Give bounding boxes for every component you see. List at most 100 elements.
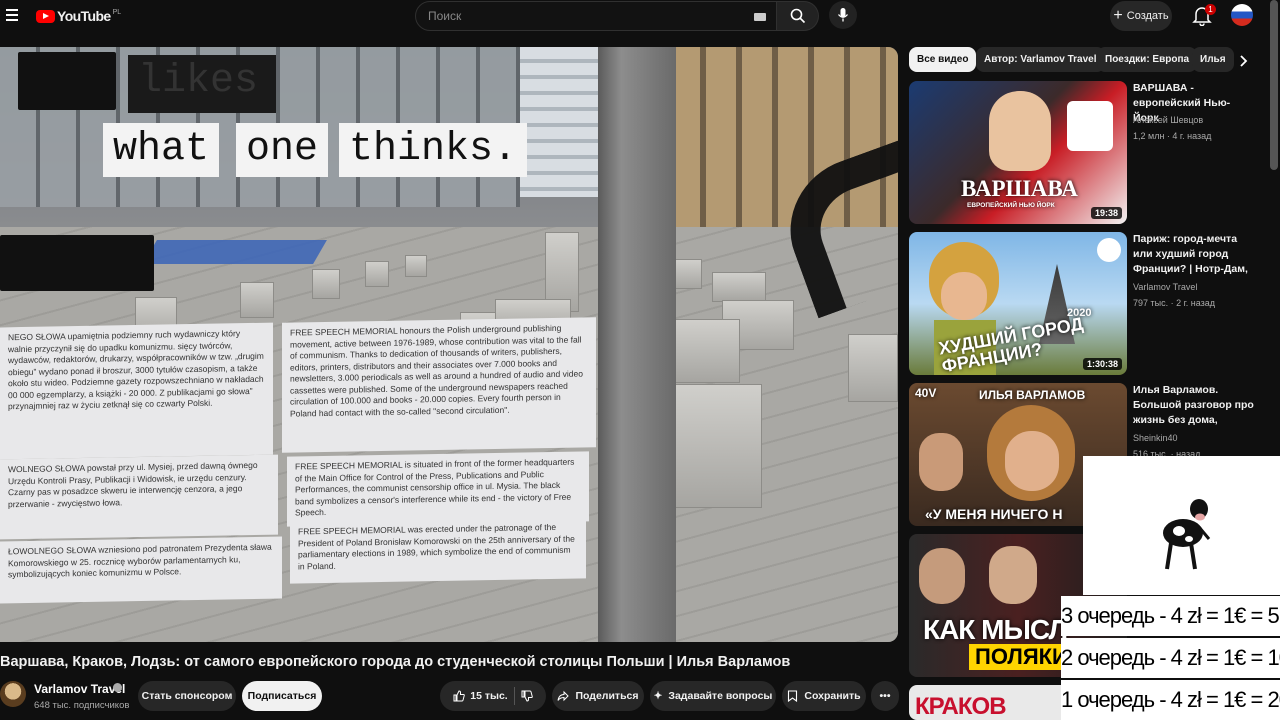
- video-duration: 19:38: [1090, 207, 1122, 219]
- bookmark-icon: [788, 690, 798, 702]
- scene-bollard: [312, 269, 340, 299]
- like-button[interactable]: 15 тыс.: [453, 690, 508, 702]
- recommendation-channel[interactable]: Varlamov Travel: [1133, 282, 1197, 292]
- chip-author[interactable]: Автор: Varlamov Travel: [976, 47, 1105, 72]
- overlay-word-thinks: thinks.: [339, 123, 528, 177]
- plus-icon: +: [1113, 7, 1123, 24]
- recommendation-card[interactable]: 2020 ХУДШИЙ ГОРОД ФРАНЦИИ? 1:30:38 Париж…: [909, 232, 1259, 377]
- thumbs-down-icon[interactable]: [521, 690, 533, 702]
- share-button[interactable]: Поделиться: [552, 681, 644, 711]
- video-title: Варшава, Краков, Лодзь: от самого европе…: [0, 654, 791, 670]
- microphone-icon: [837, 8, 849, 22]
- recommendation-thumbnail[interactable]: ВАРШАВА ЕВРОПЕЙСКИЙ НЬЮ ЙОРК 19:38: [909, 81, 1127, 224]
- recommendation-card[interactable]: ВАРШАВА ЕВРОПЕЙСКИЙ НЬЮ ЙОРК 19:38 ВАРША…: [909, 81, 1259, 226]
- thumb-subtitle: ИЛЬЯ ВАРЛАМОВ: [979, 388, 1086, 402]
- thumb-subtitle: ПОЛЯКИ: [969, 644, 1074, 670]
- save-button[interactable]: Сохранить: [782, 681, 866, 711]
- queue-line-1: 1 очередь - 4 zł = 1€ = 20 мин: [1061, 680, 1280, 720]
- sparkle-icon: ✦: [653, 690, 663, 702]
- thumb-title: «У МЕНЯ НИЧЕГО Н: [925, 506, 1063, 522]
- like-count: 15 тыс.: [470, 690, 508, 702]
- recommendation-meta: 797 тыс. · 2 г. назад: [1133, 298, 1216, 308]
- save-label: Сохранить: [804, 690, 861, 702]
- account-avatar[interactable]: [1231, 4, 1253, 26]
- more-icon: •••: [879, 690, 891, 702]
- scene-dark-panel: [18, 52, 116, 110]
- recommendation-title[interactable]: Илья Варламов. Большой разговор про жизн…: [1133, 383, 1255, 429]
- chip-all[interactable]: Все видео: [909, 47, 977, 72]
- thumb-face-left: [919, 433, 963, 491]
- scene-bollard: [240, 282, 274, 318]
- search-icon: [790, 8, 805, 24]
- dancing-cow-icon: [1163, 499, 1211, 570]
- share-icon: [557, 690, 570, 702]
- create-label: Создать: [1126, 10, 1169, 22]
- thumb-face: [989, 91, 1051, 171]
- scene-bollard: [405, 255, 427, 277]
- thumb-face-left: [919, 548, 965, 604]
- chip-europe[interactable]: Поездки: Европа: [1097, 47, 1198, 72]
- overlay-word-likes: likes: [128, 55, 276, 113]
- search-input[interactable]: [428, 9, 748, 23]
- recommendation-meta: 1,2 млн · 4 г. назад: [1133, 131, 1212, 141]
- channel-name[interactable]: Varlamov Travel: [34, 682, 125, 696]
- search-box: [415, 1, 777, 31]
- recommendation-thumbnail[interactable]: 2020 ХУДШИЙ ГОРОД ФРАНЦИИ? 1:30:38: [909, 232, 1127, 375]
- recommendation-title[interactable]: Париж: город-мечта или худший город Фран…: [1133, 232, 1255, 278]
- youtube-logo[interactable]: YouTube PL: [36, 8, 121, 24]
- chevron-right-icon[interactable]: [1235, 53, 1251, 69]
- like-dislike-group: 15 тыс.: [440, 681, 546, 711]
- verified-check-icon: [113, 683, 122, 692]
- recommendation-channel[interactable]: Алексей Шевцов: [1133, 115, 1203, 125]
- thumb-subtitle: ЕВРОПЕЙСКИЙ НЬЮ ЙОРК: [967, 202, 1055, 209]
- memorial-plaque-en-3: FREE SPEECH MEMORIAL was erected under t…: [290, 516, 586, 584]
- thumb-title: КАК МЫСЛ: [923, 614, 1068, 645]
- memorial-plaque-pl-1: NEGO SŁOWA upamiętnia podziemny ruch wyd…: [0, 322, 273, 460]
- scene-parking-lane: [143, 240, 327, 264]
- recommendation-channel[interactable]: Sheinkin40: [1133, 433, 1178, 443]
- ask-label: Задавайте вопросы: [668, 690, 773, 702]
- voice-search-button[interactable]: [829, 1, 857, 29]
- menu-icon[interactable]: [6, 9, 18, 21]
- subscribe-button[interactable]: Подписаться: [242, 681, 322, 711]
- thumb-face: [1005, 431, 1059, 491]
- eagle-emblem-icon: [1067, 101, 1113, 151]
- search-button[interactable]: [777, 1, 819, 31]
- subscriber-count: 648 тыс. подписчиков: [34, 700, 130, 711]
- channel-avatar[interactable]: [0, 681, 26, 707]
- subscribe-label: Подписаться: [247, 690, 317, 702]
- queue-line-3: 3 очередь - 4 zł = 1€ = 5 мин: [1061, 596, 1280, 636]
- channel-badge-icon: [1097, 238, 1121, 262]
- chip-ilya[interactable]: Илья: [1192, 47, 1234, 72]
- top-bar: YouTube PL + Создать 1: [0, 0, 1280, 32]
- video-player[interactable]: likes what one thinks. NEGO SŁOWA upamię…: [0, 47, 898, 642]
- overlay-word-one: one: [236, 123, 329, 177]
- channel-row: Varlamov Travel 648 тыс. подписчиков Ста…: [0, 679, 899, 713]
- scene-dark-panel: [0, 235, 154, 291]
- thumbs-up-icon: [453, 690, 466, 702]
- thumb-channel-logo: 40V: [915, 386, 937, 400]
- scene-glass-frame: [598, 47, 676, 642]
- thumb-face-right: [989, 546, 1037, 604]
- memorial-plaque-pl-2: WOLNEGO SŁOWA powstał przy ul. Mysiej, p…: [0, 454, 278, 540]
- chip-bar: Все видео Автор: Varlamov Travel Поездки…: [909, 47, 1259, 73]
- logo-country: PL: [112, 8, 122, 16]
- youtube-play-icon: [36, 9, 55, 23]
- join-button[interactable]: Стать спонсором: [138, 681, 236, 711]
- more-actions-button[interactable]: •••: [871, 681, 899, 711]
- memorial-plaque-pl-3: ŁOWOLNEGO SŁOWA wzniesiono pod patronate…: [0, 536, 282, 604]
- scene-bollard: [848, 334, 898, 402]
- memorial-plaque-en-2: FREE SPEECH MEMORIAL is situated in fron…: [287, 451, 589, 527]
- overlay-word-what: what: [103, 123, 220, 177]
- thumb-title: ВАРШАВА: [961, 176, 1078, 201]
- queue-line-2: 2 очередь - 4 zł = 1€ = 10 мин: [1061, 638, 1280, 678]
- thumb-face: [941, 272, 987, 320]
- create-button[interactable]: + Создать: [1110, 1, 1172, 31]
- page-scrollbar[interactable]: [1270, 0, 1278, 170]
- ask-button[interactable]: ✦ Задавайте вопросы: [650, 681, 776, 711]
- notification-badge: 1: [1205, 4, 1216, 15]
- thumb-title: КРАКОВ: [915, 693, 1007, 720]
- keyboard-icon[interactable]: [754, 13, 766, 21]
- scene-bollard: [712, 272, 766, 302]
- scene-bollard: [365, 261, 389, 287]
